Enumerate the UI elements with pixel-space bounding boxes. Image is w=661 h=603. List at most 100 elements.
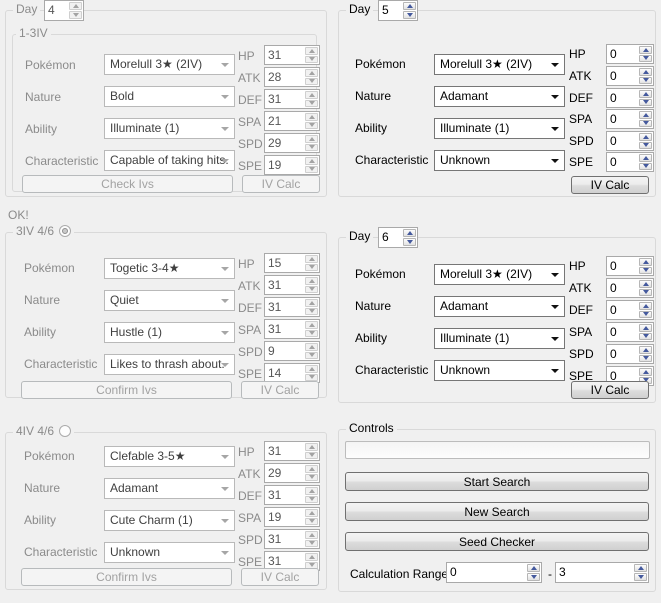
spin-up-button[interactable]: [305, 91, 318, 99]
characteristic-select[interactable]: Unknown: [104, 542, 235, 563]
spin-down-button[interactable]: [639, 99, 652, 107]
nature-select[interactable]: Adamant: [104, 478, 235, 499]
spin-down-button[interactable]: [639, 333, 652, 341]
spd-spinner[interactable]: 0: [606, 344, 654, 364]
atk-spinner[interactable]: 31: [264, 275, 320, 295]
day-spinner[interactable]: 5: [378, 0, 418, 21]
atk-spinner[interactable]: 29: [264, 463, 320, 483]
spin-up-button[interactable]: [305, 299, 318, 307]
spin-down-button[interactable]: [639, 311, 652, 319]
spin-up-button[interactable]: [639, 46, 652, 54]
spin-up-button[interactable]: [639, 280, 652, 288]
spin-up-button[interactable]: [305, 343, 318, 351]
nature-select[interactable]: Bold: [104, 86, 235, 107]
spin-up-button[interactable]: [305, 277, 318, 285]
spin-down-button[interactable]: [527, 573, 540, 581]
def-spinner[interactable]: 0: [606, 88, 654, 108]
spin-down-button[interactable]: [305, 352, 318, 360]
def-spinner[interactable]: 0: [606, 300, 654, 320]
range-from-spinner[interactable]: 0: [446, 562, 542, 583]
spin-down-button[interactable]: [305, 330, 318, 338]
spin-down-button[interactable]: [639, 267, 652, 275]
spin-down-button[interactable]: [305, 56, 318, 64]
spin-down-button[interactable]: [69, 11, 82, 19]
nature-select[interactable]: Adamant: [434, 296, 565, 317]
characteristic-select[interactable]: Unknown: [434, 360, 565, 381]
radio-3iv[interactable]: [59, 225, 71, 237]
spin-up-button[interactable]: [305, 509, 318, 517]
start-search-button[interactable]: Start Search: [345, 472, 649, 491]
confirm-ivs-button[interactable]: Confirm Ivs: [21, 568, 232, 586]
spin-down-button[interactable]: [305, 308, 318, 316]
pokemon-select[interactable]: Morelull 3★ (2IV): [434, 264, 565, 285]
spin-down-button[interactable]: [305, 264, 318, 272]
spin-down-button[interactable]: [639, 55, 652, 63]
spin-down-button[interactable]: [305, 540, 318, 548]
confirm-ivs-button[interactable]: Confirm Ivs: [21, 381, 232, 399]
spin-up-button[interactable]: [305, 443, 318, 451]
radio-4iv[interactable]: [59, 425, 71, 437]
spin-up-button[interactable]: [639, 302, 652, 310]
spin-down-button[interactable]: [639, 163, 652, 171]
spd-spinner[interactable]: 31: [264, 529, 320, 549]
iv-calc-button[interactable]: IV Calc: [571, 381, 649, 399]
spin-up-button[interactable]: [305, 255, 318, 263]
spd-spinner[interactable]: 29: [264, 133, 320, 153]
spin-down-button[interactable]: [305, 452, 318, 460]
spin-down-button[interactable]: [639, 289, 652, 297]
spe-spinner[interactable]: 0: [606, 152, 654, 172]
spin-up-button[interactable]: [305, 531, 318, 539]
spa-spinner[interactable]: 21: [264, 111, 320, 131]
spin-down-button[interactable]: [639, 120, 652, 128]
spin-up-button[interactable]: [305, 113, 318, 121]
spin-up-button[interactable]: [639, 368, 652, 376]
ability-select[interactable]: Illuminate (1): [434, 118, 565, 139]
spin-up-button[interactable]: [639, 111, 652, 119]
iv-calc-button[interactable]: IV Calc: [241, 381, 319, 399]
spin-up-button[interactable]: [639, 154, 652, 162]
atk-spinner[interactable]: 0: [606, 278, 654, 298]
ability-select[interactable]: Cute Charm (1): [104, 510, 235, 531]
check-ivs-button[interactable]: Check Ivs: [22, 175, 233, 193]
spa-spinner[interactable]: 31: [264, 319, 320, 339]
atk-spinner[interactable]: 0: [606, 66, 654, 86]
pokemon-select[interactable]: Togetic 3-4★: [104, 258, 235, 279]
spin-down-button[interactable]: [305, 374, 318, 382]
spin-up-button[interactable]: [305, 365, 318, 373]
spin-up-button[interactable]: [527, 564, 540, 572]
spin-up-button[interactable]: [403, 2, 416, 10]
spin-up-button[interactable]: [639, 90, 652, 98]
spin-up-button[interactable]: [69, 2, 82, 10]
spin-down-button[interactable]: [305, 166, 318, 174]
new-search-button[interactable]: New Search: [345, 502, 649, 521]
spin-up-button[interactable]: [305, 487, 318, 495]
iv-calc-button[interactable]: IV Calc: [242, 175, 320, 193]
spe-spinner[interactable]: 14: [264, 363, 320, 383]
spin-down-button[interactable]: [403, 238, 416, 246]
spin-down-button[interactable]: [403, 11, 416, 19]
characteristic-select[interactable]: Unknown: [434, 150, 565, 171]
hp-spinner[interactable]: 31: [264, 45, 320, 65]
spin-down-button[interactable]: [305, 496, 318, 504]
nature-select[interactable]: Quiet: [104, 290, 235, 311]
ability-select[interactable]: Hustle (1): [104, 322, 235, 343]
nature-select[interactable]: Adamant: [434, 86, 565, 107]
spin-up-button[interactable]: [639, 133, 652, 141]
pokemon-select[interactable]: Clefable 3-5★: [104, 446, 235, 467]
hp-spinner[interactable]: 0: [606, 44, 654, 64]
day-spinner[interactable]: 4: [44, 0, 84, 21]
seed-checker-button[interactable]: Seed Checker: [345, 532, 649, 551]
hp-spinner[interactable]: 15: [264, 253, 320, 273]
range-to-spinner[interactable]: 3: [555, 562, 649, 583]
spin-up-button[interactable]: [634, 564, 647, 572]
spin-down-button[interactable]: [305, 474, 318, 482]
hp-spinner[interactable]: 0: [606, 256, 654, 276]
def-spinner[interactable]: 31: [264, 297, 320, 317]
spin-down-button[interactable]: [305, 122, 318, 130]
spin-up-button[interactable]: [305, 157, 318, 165]
spin-down-button[interactable]: [639, 142, 652, 150]
spin-down-button[interactable]: [305, 286, 318, 294]
spin-up-button[interactable]: [639, 258, 652, 266]
spin-down-button[interactable]: [305, 144, 318, 152]
characteristic-select[interactable]: Likes to thrash about.: [104, 354, 235, 375]
